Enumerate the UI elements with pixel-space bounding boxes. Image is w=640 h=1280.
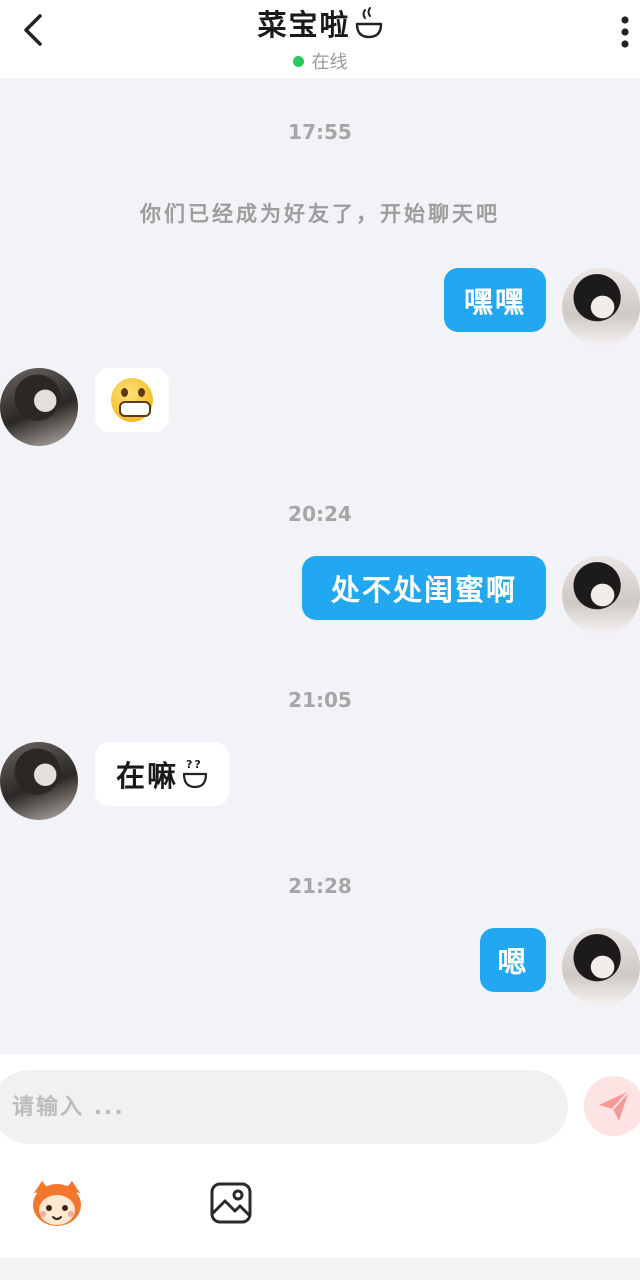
bottom-safe-area	[0, 1258, 640, 1280]
online-dot-icon	[292, 55, 304, 67]
image-picker-button[interactable]	[202, 1174, 260, 1232]
outgoing-message-bubble[interactable]: 嘿嘿	[444, 268, 546, 332]
friend-avatar[interactable]	[0, 742, 78, 820]
outgoing-message-bubble[interactable]: 处不处闺蜜啊	[302, 556, 546, 620]
timestamp: 21:05	[288, 688, 352, 712]
incoming-message-bubble[interactable]	[95, 368, 169, 432]
message-text: 嘿嘿	[463, 285, 526, 319]
svg-text:??: ??	[186, 758, 203, 771]
timestamp: 21:28	[288, 874, 352, 898]
grinning-face-emoji-icon	[111, 378, 153, 422]
chat-message-list[interactable]: 17:55 你们已经成为好友了，开始聊天吧 嘿嘿 20:24 处不处闺蜜啊 21…	[0, 78, 640, 1054]
chat-header: 菜宝啦 在线	[0, 0, 640, 78]
message-text: 处不处闺蜜啊	[330, 573, 517, 607]
message-input[interactable]	[0, 1070, 568, 1144]
message-text: 嗯	[497, 945, 529, 979]
my-avatar[interactable]	[562, 268, 640, 346]
image-icon	[210, 1182, 252, 1224]
timestamp: 17:55	[288, 120, 352, 144]
send-paper-plane-icon	[599, 1090, 630, 1121]
online-status-text: 在线	[311, 52, 348, 73]
contact-name: 菜宝啦	[257, 8, 351, 42]
incoming-message-bubble[interactable]: 在嘛 ??	[95, 742, 229, 806]
contact-name-row: 菜宝啦	[257, 2, 382, 44]
friend-avatar[interactable]	[0, 368, 78, 446]
steaming-bowl-icon: ??	[182, 758, 208, 789]
my-avatar[interactable]	[562, 556, 640, 634]
more-vertical-icon	[621, 16, 629, 48]
more-menu-button[interactable]	[612, 12, 638, 52]
header-title-block: 菜宝啦 在线	[0, 2, 640, 74]
mascot-face-icon	[33, 1181, 81, 1226]
composer	[0, 1054, 640, 1280]
message-text: 在嘛	[115, 759, 178, 793]
system-message: 你们已经成为好友了，开始聊天吧	[140, 202, 500, 226]
send-button[interactable]	[584, 1076, 640, 1136]
timestamp: 20:24	[288, 502, 352, 526]
steaming-bowl-icon	[355, 7, 382, 39]
online-status: 在线	[292, 48, 348, 74]
my-avatar[interactable]	[562, 928, 640, 1006]
mascot-sticker-button[interactable]	[28, 1174, 86, 1232]
outgoing-message-bubble[interactable]: 嗯	[480, 928, 546, 992]
